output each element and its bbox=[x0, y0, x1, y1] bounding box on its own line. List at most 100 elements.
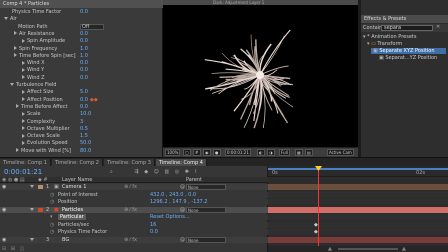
effects-tree-item[interactable]: ▾ ▭ Transform bbox=[367, 41, 446, 47]
camera-view-dropdown[interactable]: Active Cam bbox=[327, 149, 354, 156]
effect-property-row[interactable]: Turbulence Field bbox=[0, 82, 163, 88]
twirl-closed-icon[interactable] bbox=[22, 97, 25, 102]
property-value[interactable]: 0.0 bbox=[80, 31, 88, 37]
property-track[interactable]: ◆ bbox=[268, 221, 448, 228]
label-color-swatch[interactable] bbox=[38, 237, 43, 242]
twirl-closed-icon[interactable] bbox=[14, 31, 17, 36]
property-value[interactable]: 0.0 bbox=[80, 60, 88, 66]
composition-viewer[interactable]: Dark: Adjustment Layer 1 100% ▢ # ◉ ● 0:… bbox=[163, 0, 358, 157]
effect-property-row[interactable]: Affect Position 0.0 ◆◆ bbox=[0, 97, 163, 103]
layer-row[interactable]: ◉ 3 ■ BG ⊕ ⁄ fx None @ bbox=[0, 236, 268, 243]
twirl-closed-icon[interactable] bbox=[22, 89, 25, 94]
property-value[interactable]: 1.5 bbox=[80, 133, 88, 139]
effect-property-row[interactable]: Spin Frequency 1.0 bbox=[0, 46, 163, 52]
property-name[interactable]: Particles/sec bbox=[58, 222, 89, 228]
label-color-swatch[interactable] bbox=[38, 185, 43, 189]
layer-twirl-icon[interactable] bbox=[30, 207, 36, 213]
camera-snapshot-icon[interactable]: ◉ bbox=[203, 149, 211, 156]
twirl-closed-icon[interactable] bbox=[22, 60, 25, 65]
timeline-timecode[interactable]: 0:00:01:21 bbox=[4, 168, 42, 176]
effect-property-row[interactable]: Complexity 3 bbox=[0, 119, 163, 125]
twirl-closed-icon[interactable] bbox=[22, 75, 25, 80]
color-channel-icon[interactable]: ● bbox=[213, 149, 221, 156]
pick-whip-icon[interactable]: @ bbox=[180, 237, 185, 243]
twirl-closed-icon[interactable] bbox=[22, 126, 25, 131]
twirl-closed-icon[interactable] bbox=[14, 46, 17, 50]
property-value[interactable]: 0.0 bbox=[80, 75, 88, 81]
property-value[interactable]: 5.0 bbox=[80, 89, 88, 95]
layer-property-row[interactable]: ◷ Physics Time Factor 0.0 bbox=[0, 229, 268, 235]
property-value[interactable]: 0.0 bbox=[80, 97, 88, 103]
effects-search-input[interactable]: separa bbox=[381, 25, 433, 31]
layer-row[interactable]: ◉ 1 ▣ Camera 1 ⊕ ⁄ fx None @ bbox=[0, 184, 268, 190]
search-clear-icon[interactable]: ✕ bbox=[436, 24, 440, 30]
property-value[interactable]: 1.0 bbox=[80, 53, 88, 59]
parent-dropdown[interactable]: None bbox=[186, 236, 226, 243]
stopwatch-icon[interactable]: ◷ bbox=[50, 199, 54, 205]
stopwatch-icon[interactable]: ◷ bbox=[50, 222, 54, 228]
property-value[interactable]: 1.0 bbox=[80, 46, 88, 52]
layer-property-row[interactable]: ▾ Particular Reset Options... bbox=[0, 214, 268, 220]
shy-icon[interactable]: ☺ bbox=[154, 169, 159, 175]
layer-name[interactable]: Particles bbox=[62, 207, 83, 213]
expand-panel-icon[interactable]: ◫ bbox=[20, 246, 25, 252]
toggle-switches-icon[interactable]: ⊟ bbox=[2, 246, 6, 252]
property-name[interactable]: Particular bbox=[58, 214, 86, 220]
visibility-eye-icon[interactable]: ◉ bbox=[2, 207, 6, 213]
layer-property-row[interactable]: ◷ Position 1296.2 , 147.9 , -137.2 bbox=[0, 199, 268, 205]
parent-header[interactable]: Parent bbox=[186, 177, 202, 182]
zoom-slider[interactable] bbox=[338, 248, 398, 250]
property-track[interactable] bbox=[268, 191, 448, 198]
layer-property-row[interactable]: ◷ Particles/sec 16 bbox=[0, 221, 268, 228]
layer-switches-icon[interactable]: ⊕ ⁄ fx bbox=[124, 184, 137, 190]
frame-blending-icon[interactable]: ▥ bbox=[164, 169, 169, 175]
grid-icon[interactable]: # bbox=[193, 149, 201, 156]
property-track[interactable] bbox=[268, 199, 448, 205]
resolution-dropdown[interactable]: Full bbox=[279, 149, 290, 156]
property-value[interactable]: Reset Options... bbox=[150, 214, 190, 220]
parent-dropdown[interactable]: None bbox=[186, 184, 226, 190]
property-value[interactable]: 0.0 bbox=[80, 9, 88, 15]
property-value[interactable]: 432.0 , 243.0 , 0.0 bbox=[150, 192, 196, 198]
effect-property-row[interactable]: Octave Multiplier 0.5 bbox=[0, 126, 163, 132]
keyframe-navigator-icon[interactable]: ◆◆ bbox=[90, 97, 98, 103]
property-value[interactable]: 0.0 bbox=[80, 38, 88, 44]
layer-duration-bar[interactable] bbox=[268, 236, 448, 243]
property-value[interactable]: 10.0 bbox=[80, 111, 91, 117]
layer-twirl-icon[interactable] bbox=[30, 184, 36, 190]
property-value[interactable]: 16 bbox=[150, 222, 156, 228]
twirl-closed-icon[interactable] bbox=[14, 53, 17, 58]
property-value[interactable]: 0.0 bbox=[80, 104, 88, 110]
layer-row[interactable]: ◉ 2 ■ Particles ⊕ ⁄ fx None @ bbox=[0, 206, 268, 213]
layer-duration-bar[interactable] bbox=[268, 206, 448, 213]
layer-name-header[interactable]: Layer Name bbox=[62, 177, 92, 182]
property-track[interactable] bbox=[268, 214, 448, 220]
twirl-closed-icon[interactable] bbox=[22, 38, 25, 43]
effect-property-row[interactable]: Evolution Speed 50.0 bbox=[0, 140, 163, 146]
twirl-closed-icon[interactable] bbox=[16, 104, 19, 109]
effect-property-row[interactable]: Time Before Affect 0.0 bbox=[0, 104, 163, 110]
property-value[interactable]: 0.0 bbox=[150, 229, 158, 235]
effect-property-row[interactable]: Spin Amplitude 0.0 bbox=[0, 38, 163, 44]
snapshot-icon[interactable]: ◐ bbox=[257, 149, 265, 156]
show-snapshot-icon[interactable]: ◑ bbox=[267, 149, 275, 156]
effect-property-row[interactable]: Air Resistance 0.0 bbox=[0, 31, 163, 37]
layer-name[interactable]: Camera 1 bbox=[62, 184, 86, 190]
effects-tree-item[interactable]: ▣ Separat...YZ Position bbox=[379, 55, 446, 61]
work-area-bar[interactable] bbox=[268, 168, 448, 170]
layer-name[interactable]: BG bbox=[62, 237, 69, 243]
twirl-closed-icon[interactable] bbox=[22, 133, 25, 138]
layer-switches-icon[interactable]: ⊕ ⁄ fx bbox=[124, 207, 137, 213]
transparency-grid-icon[interactable]: ▤ bbox=[305, 149, 313, 156]
twirl-open-icon[interactable] bbox=[10, 83, 14, 86]
effects-presets-tab[interactable]: Effects & Presets bbox=[361, 15, 448, 23]
search-icon[interactable]: ⌕ bbox=[110, 169, 113, 175]
effect-property-row[interactable]: Air bbox=[0, 16, 163, 22]
effects-tree-item[interactable]: ▣ Separate XYZ Position bbox=[371, 48, 446, 54]
layer-duration-bar[interactable] bbox=[268, 184, 448, 190]
effect-twirl-icon[interactable]: ▾ bbox=[50, 214, 53, 220]
property-value[interactable]: 80.0 bbox=[80, 148, 91, 154]
effect-property-row[interactable]: Scale 10.0 bbox=[0, 111, 163, 117]
property-value[interactable]: 0.0 bbox=[80, 67, 88, 73]
effect-property-row[interactable]: Move with Wind [%] 80.0 bbox=[0, 148, 163, 154]
